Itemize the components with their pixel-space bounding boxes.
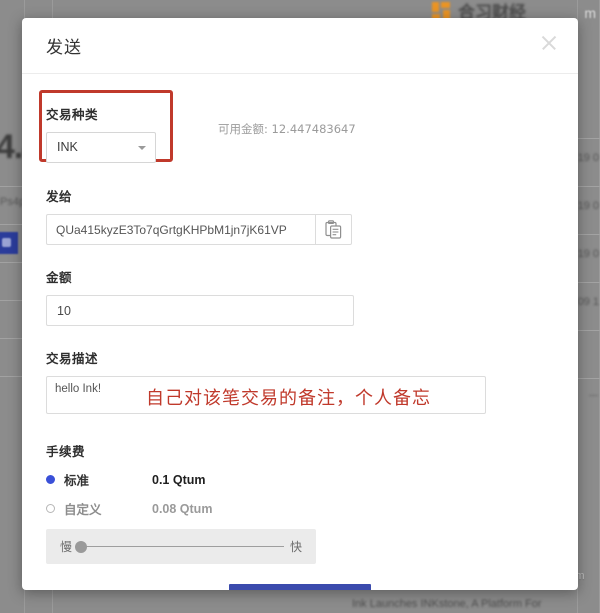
amount-label: 金额 bbox=[46, 270, 73, 285]
fee-option-custom-value: 0.08 Qtum bbox=[152, 501, 213, 516]
available-balance: 可用金额: 12.447483647 bbox=[218, 122, 356, 136]
amount-field: 金额 bbox=[46, 267, 554, 326]
fee-option-custom[interactable]: 自定义 0.08 Qtum bbox=[46, 499, 554, 518]
dialog-title: 发送 bbox=[46, 38, 82, 58]
radio-custom-icon[interactable] bbox=[46, 504, 55, 513]
confirm-button[interactable]: Confirm bbox=[229, 584, 371, 590]
background-footer-headline: Ink Launches INKstone, A Platform For bbox=[352, 598, 542, 610]
fee-slider-thumb[interactable] bbox=[75, 540, 88, 553]
slider-max-label: 快 bbox=[289, 540, 302, 554]
background-scrollbar bbox=[589, 395, 598, 396]
description-label: 交易描述 bbox=[46, 351, 99, 366]
transaction-type-value: INK bbox=[57, 140, 78, 154]
clipboard-icon bbox=[325, 220, 342, 239]
send-dialog: 发送 交易种类 INK 可用金额: 12.447483647 发给 QUa415… bbox=[22, 18, 578, 590]
background-number: 09 1 bbox=[577, 296, 599, 308]
radio-standard-icon[interactable] bbox=[46, 475, 55, 484]
fee-label: 手续费 bbox=[46, 444, 86, 459]
background-number: 19 0 bbox=[577, 248, 599, 260]
background-action-button bbox=[0, 232, 18, 254]
close-icon[interactable] bbox=[538, 32, 560, 54]
chevron-down-icon bbox=[138, 146, 146, 150]
description-textarea[interactable] bbox=[46, 376, 486, 414]
fee-option-custom-label: 自定义 bbox=[64, 502, 102, 517]
dialog-header: 发送 bbox=[22, 18, 578, 74]
amount-input[interactable] bbox=[46, 295, 354, 326]
description-field: 交易描述 自己对该笔交易的备注，个人备忘 bbox=[46, 348, 554, 419]
paste-address-button[interactable] bbox=[316, 214, 352, 245]
slider-min-label: 慢 bbox=[60, 540, 73, 554]
fee-option-standard-value: 0.1 Qtum bbox=[152, 472, 206, 487]
fee-option-standard-label: 标准 bbox=[64, 473, 90, 488]
fee-slider-track[interactable] bbox=[75, 540, 284, 553]
recipient-field: 发给 bbox=[46, 186, 554, 245]
background-number: 19 0 bbox=[577, 200, 599, 212]
transaction-type-select[interactable]: INK bbox=[46, 132, 156, 163]
fee-option-standard[interactable]: 标准 0.1 Qtum bbox=[46, 470, 554, 489]
background-right-fragment: m bbox=[584, 5, 596, 21]
dialog-footer: Confirm bbox=[46, 584, 554, 590]
fee-slider-panel: 慢 快 bbox=[46, 529, 316, 564]
recipient-label: 发给 bbox=[46, 189, 73, 204]
background-number: 19 0 bbox=[577, 152, 599, 164]
dialog-body: 交易种类 INK 可用金额: 12.447483647 发给 QUa415kyz… bbox=[22, 74, 578, 590]
recipient-address-input[interactable] bbox=[46, 214, 316, 245]
transaction-type-field: 交易种类 INK 可用金额: 12.447483647 bbox=[46, 74, 554, 163]
fee-section: 手续费 标准 0.1 Qtum 自定义 0.08 Qtum 慢 快 bbox=[46, 441, 554, 564]
